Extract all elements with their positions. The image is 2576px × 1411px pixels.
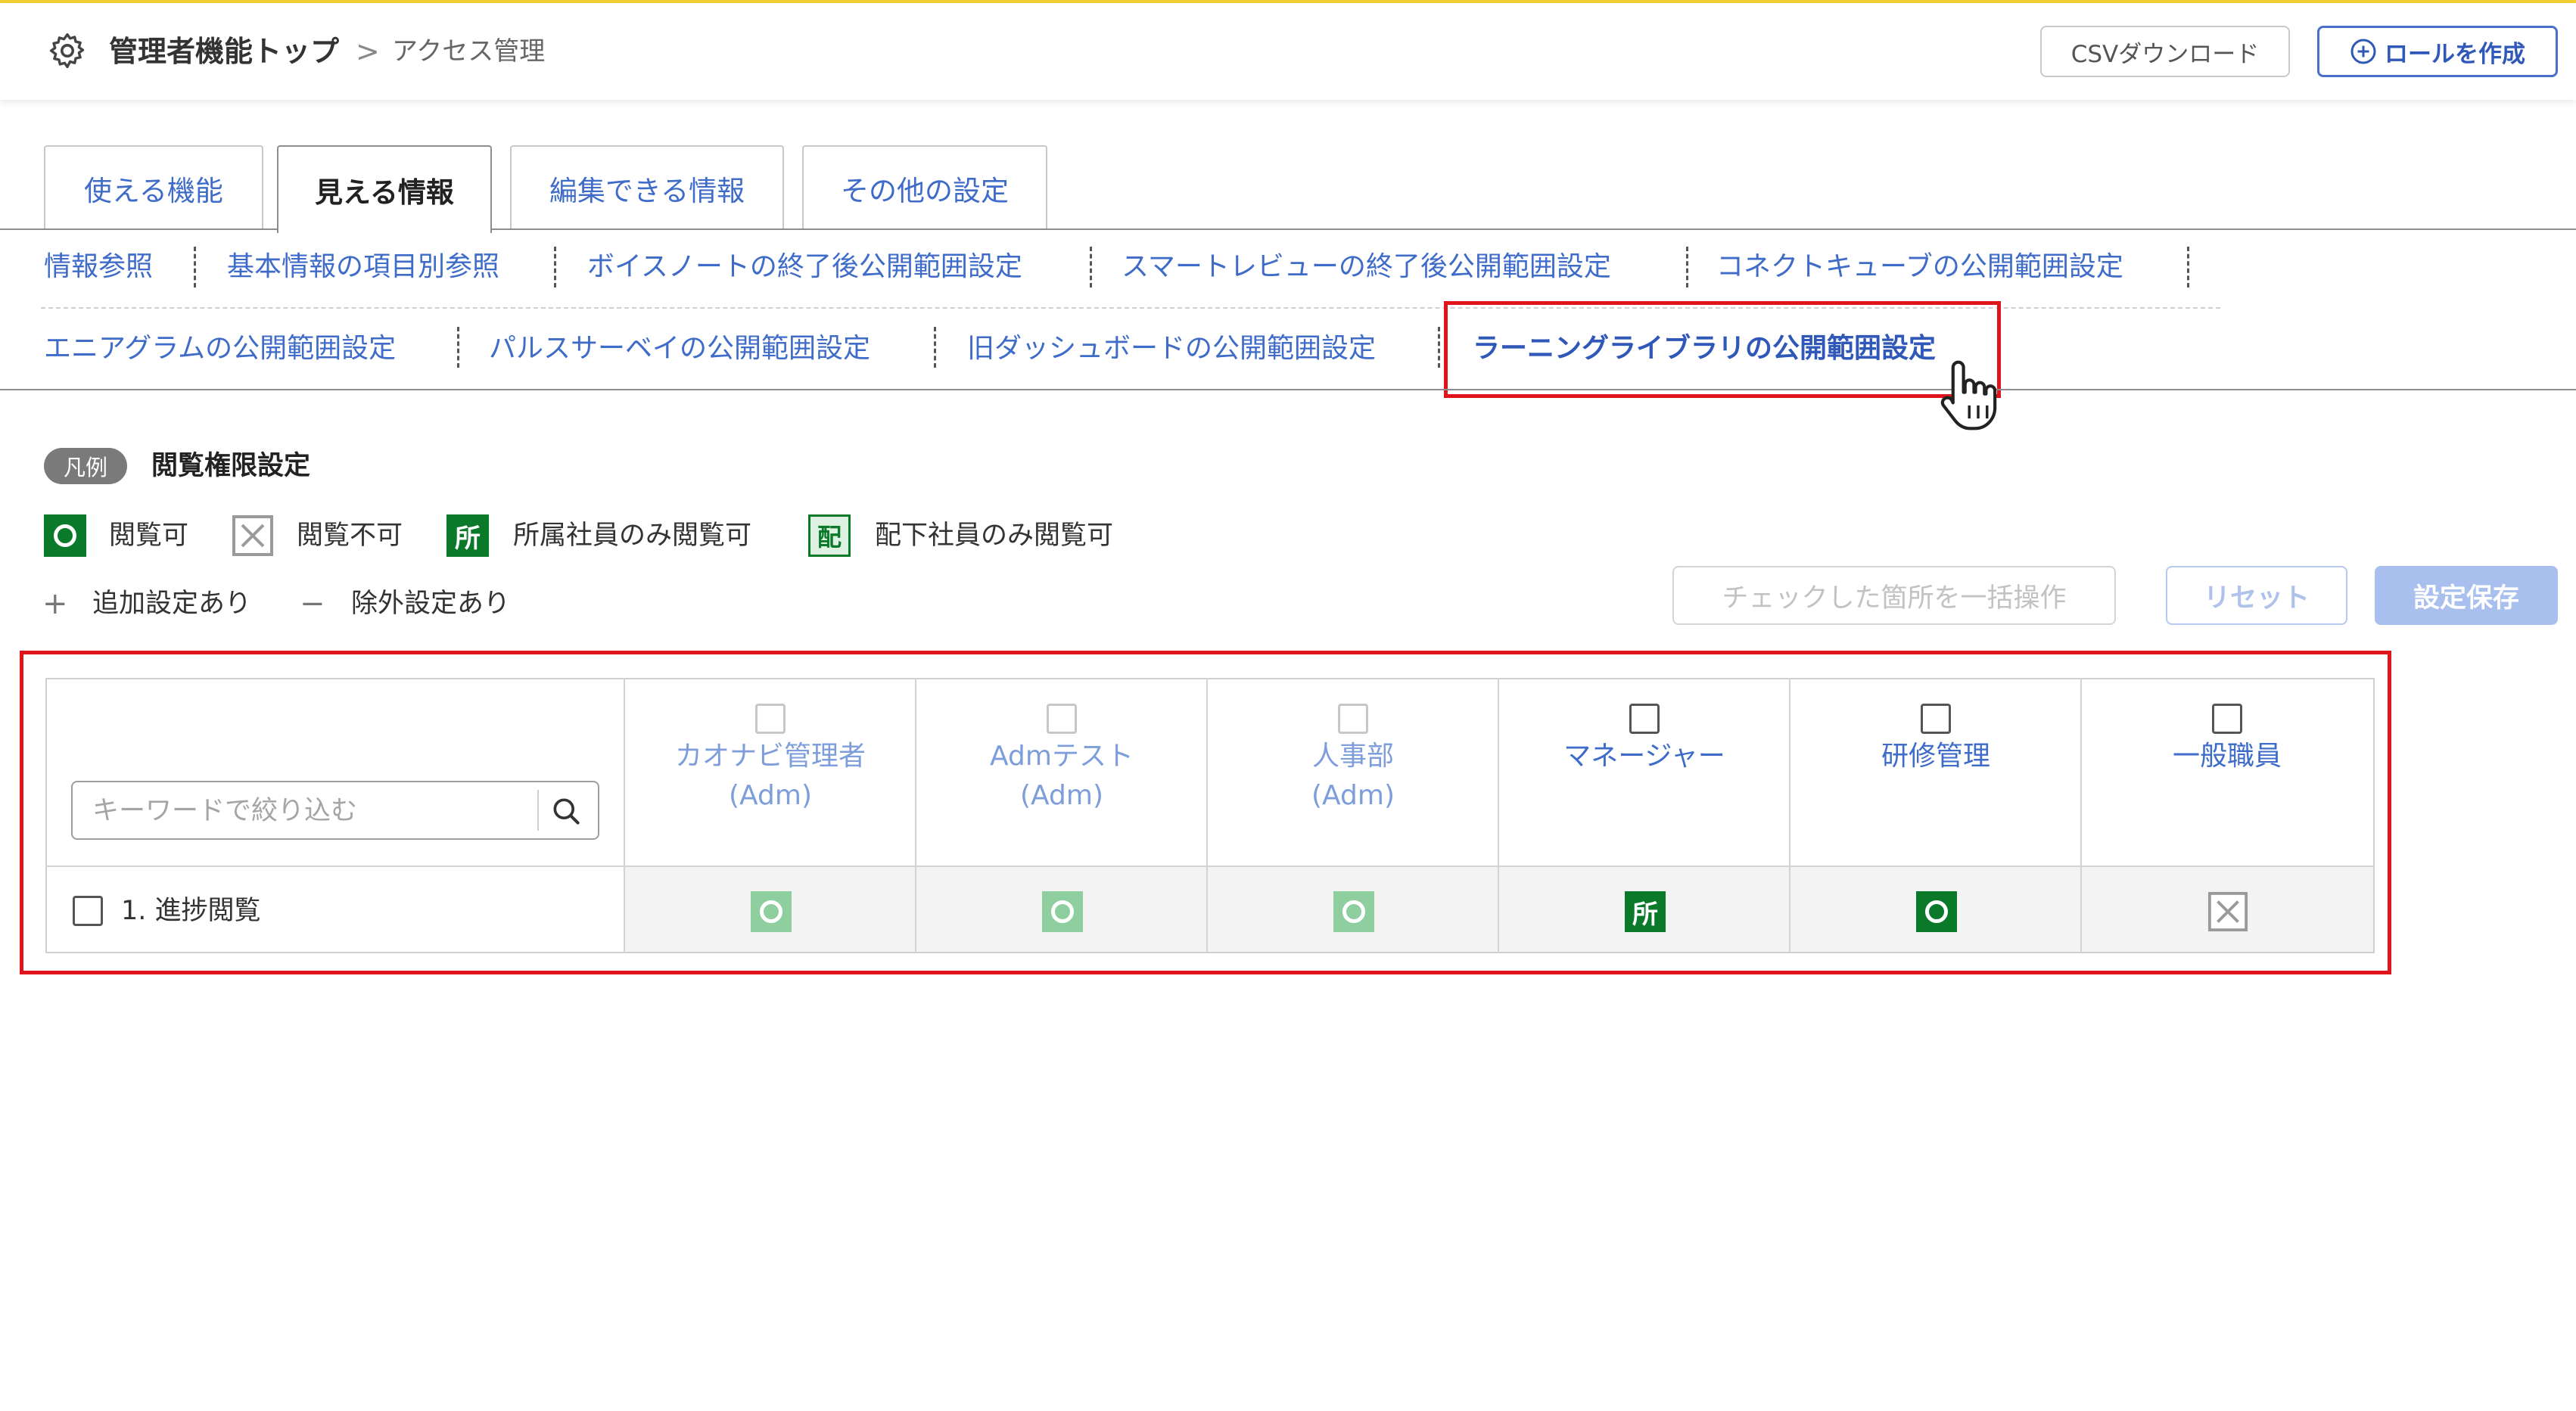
legend-label-additional: 追加設定あり bbox=[92, 589, 252, 619]
legend-label-view-denied: 閲覧不可 bbox=[297, 521, 403, 551]
subtab-divider bbox=[934, 327, 936, 368]
subtab-divider bbox=[457, 327, 459, 368]
highlight-box-subtab bbox=[1444, 301, 2001, 398]
subtab-pulsesurvey-scope[interactable]: パルスサーベイの公開範囲設定 bbox=[489, 330, 870, 368]
subtab-connectcube-scope[interactable]: コネクトキューブの公開範囲設定 bbox=[1716, 248, 2123, 286]
tab-visible-info[interactable]: 見える情報 bbox=[277, 145, 492, 233]
x-box-icon bbox=[232, 515, 273, 556]
subtab-divider bbox=[1686, 247, 1688, 287]
plus-circle-icon bbox=[2350, 39, 2376, 64]
subtab-voicenote-scope[interactable]: ボイスノートの終了後公開範囲設定 bbox=[587, 248, 1022, 286]
subtab-divider bbox=[194, 247, 196, 287]
subtab-old-dashboard-scope[interactable]: 旧ダッシュボードの公開範囲設定 bbox=[967, 330, 1376, 368]
breadcrumb-current: アクセス管理 bbox=[392, 36, 546, 67]
tab-editable-info[interactable]: 編集できる情報 bbox=[510, 145, 784, 230]
breadcrumb-root-link[interactable]: 管理者機能トップ bbox=[109, 30, 339, 73]
legend-tag: 凡例 bbox=[44, 448, 127, 484]
csv-download-button[interactable]: CSVダウンロード bbox=[2040, 26, 2290, 77]
minus-icon: − bbox=[300, 586, 325, 621]
subtab-divider bbox=[554, 247, 556, 287]
subtab-smartreview-scope[interactable]: スマートレビューの終了後公開範囲設定 bbox=[1122, 248, 1611, 286]
subtab-divider bbox=[1090, 247, 1092, 287]
subtab-basic-info-items[interactable]: 基本情報の項目別参照 bbox=[227, 248, 499, 286]
bulk-operation-button[interactable]: チェックした箇所を一括操作 bbox=[1672, 566, 2116, 625]
gear-icon bbox=[49, 33, 85, 69]
subtab-divider bbox=[1438, 327, 1440, 368]
reset-button[interactable]: リセット bbox=[2166, 566, 2347, 625]
subtab-divider bbox=[2187, 247, 2189, 287]
highlight-box-table bbox=[20, 651, 2391, 974]
hai-badge-icon: 配 bbox=[808, 514, 851, 557]
plus-icon: + bbox=[42, 586, 68, 621]
sho-badge-icon: 所 bbox=[446, 514, 489, 557]
tab-other-settings[interactable]: その他の設定 bbox=[802, 145, 1047, 230]
legend-label-excluded: 除外設定あり bbox=[351, 589, 511, 619]
create-role-label: ロールを作成 bbox=[2385, 40, 2525, 68]
circle-ok-icon bbox=[44, 514, 86, 557]
subtab-info-reference[interactable]: 情報参照 bbox=[44, 248, 153, 286]
legend-title: 閲覧権限設定 bbox=[151, 451, 311, 481]
hand-cursor-icon bbox=[1940, 360, 1997, 430]
legend-label-view-allowed: 閲覧可 bbox=[109, 521, 189, 551]
active-tab-gap bbox=[278, 227, 490, 232]
subtab-enneagram-scope[interactable]: エニアグラムの公開範囲設定 bbox=[44, 330, 396, 368]
legend-label-affiliated-only: 所属社員のみ閲覧可 bbox=[513, 521, 752, 551]
tab-usable-functions[interactable]: 使える機能 bbox=[44, 145, 263, 230]
save-settings-button[interactable]: 設定保存 bbox=[2375, 566, 2558, 625]
breadcrumb-separator: > bbox=[356, 35, 380, 68]
create-role-button[interactable]: ロールを作成 bbox=[2317, 26, 2558, 77]
subtab-baseline bbox=[0, 389, 2576, 390]
legend-label-subordinates-only: 配下社員のみ閲覧可 bbox=[875, 521, 1114, 551]
